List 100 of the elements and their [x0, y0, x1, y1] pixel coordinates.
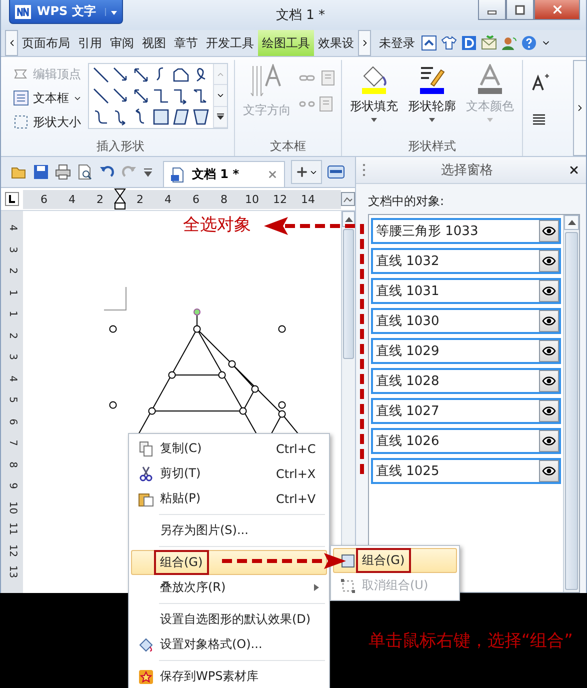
eye-icon[interactable] — [542, 286, 556, 296]
scissors-icon[interactable] — [138, 466, 154, 482]
paint-bucket-icon[interactable] — [359, 64, 389, 96]
tab-stop-icon[interactable] — [5, 192, 19, 206]
ribbon-button[interactable]: 形状大小 — [13, 110, 82, 134]
menu-item[interactable]: 设置对象格式(O)... — [131, 632, 327, 657]
ribbon-button[interactable]: 形状轮廓 — [406, 60, 458, 138]
envelope-icon[interactable] — [481, 35, 497, 51]
d-logo-icon[interactable] — [461, 35, 477, 51]
more-button[interactable] — [214, 106, 227, 128]
visibility-button[interactable] — [539, 220, 559, 242]
shape-icon[interactable] — [171, 107, 191, 127]
font-size-increase-icon[interactable] — [531, 72, 549, 92]
menu-tab[interactable]: 效果设 — [314, 30, 358, 56]
help-icon[interactable] — [521, 35, 537, 51]
menu-item[interactable]: 另存为图片(S)... — [131, 518, 327, 543]
shirt-icon[interactable] — [441, 35, 457, 51]
scrollbar-thumb[interactable] — [343, 229, 354, 359]
menu-item[interactable]: 设置自选图形的默认效果(D) — [131, 607, 327, 632]
grip-icon[interactable] — [362, 163, 366, 177]
restore-button[interactable] — [506, 0, 534, 20]
collapse-icon[interactable] — [421, 35, 437, 51]
minimize-button[interactable] — [478, 0, 506, 20]
indent-marker-icon[interactable] — [114, 188, 126, 210]
ribbon-button[interactable]: 形状填充 — [348, 60, 400, 138]
visibility-button[interactable] — [539, 370, 559, 392]
menu-tab[interactable]: 引用 — [74, 30, 106, 56]
app-menu-button[interactable]: WPS 文字 — [9, 0, 123, 24]
eye-icon[interactable] — [542, 226, 556, 236]
ruler-number: 14 — [300, 192, 316, 206]
object-item[interactable]: 直线 1031 — [371, 278, 561, 304]
group-icon[interactable] — [340, 552, 356, 568]
ruler-number: 6 — [192, 192, 200, 206]
object-item[interactable]: 直线 1029 — [371, 338, 561, 364]
visibility-button[interactable] — [539, 400, 559, 422]
menu-item[interactable]: 粘贴(P) Ctrl+V — [131, 486, 327, 511]
eye-icon[interactable] — [542, 466, 556, 476]
restore-icon[interactable] — [515, 4, 525, 14]
text-box-icon[interactable] — [13, 90, 29, 106]
menu-item[interactable]: 组合(G) — [131, 550, 327, 575]
submenu-arrow-icon[interactable] — [314, 584, 319, 591]
visibility-button[interactable] — [539, 280, 559, 302]
scrollbar-thumb[interactable] — [565, 232, 578, 590]
menu-item[interactable]: 保存到WPS素材库 — [131, 664, 327, 688]
clipboard-icon[interactable] — [138, 490, 154, 506]
document-tab[interactable]: 文档 1 * — [163, 161, 285, 187]
new-tab-button[interactable] — [291, 160, 322, 184]
visibility-button[interactable] — [539, 430, 559, 452]
user-icon[interactable] — [501, 35, 517, 51]
object-item[interactable]: 等腰三角形 1033 — [371, 218, 561, 244]
eye-icon[interactable] — [542, 316, 556, 326]
menu-tab[interactable]: 开发工具 — [202, 30, 258, 56]
visibility-button[interactable] — [539, 250, 559, 272]
shape-icon[interactable] — [151, 107, 171, 127]
visibility-button[interactable] — [539, 340, 559, 362]
menu-tab[interactable]: 审阅 — [106, 30, 138, 56]
close-button[interactable] — [534, 0, 580, 20]
visibility-button[interactable] — [539, 460, 559, 482]
eye-icon[interactable] — [542, 256, 556, 266]
ribbon-button[interactable]: 文本框 — [13, 86, 82, 110]
object-item[interactable]: 直线 1026 — [371, 428, 561, 454]
shape-icon[interactable] — [191, 107, 211, 127]
shape-icon[interactable] — [91, 86, 111, 106]
view-icon[interactable] — [341, 192, 355, 206]
ruler-number: 8 — [220, 192, 228, 206]
menu-tab[interactable]: 章节 — [170, 30, 202, 56]
ruler-number: 4 — [68, 192, 76, 206]
menu-item[interactable]: 叠放次序(R) — [131, 575, 327, 600]
menu-item[interactable]: 组合(G) — [333, 548, 457, 573]
object-item[interactable]: 直线 1032 — [371, 248, 561, 274]
caret-icon[interactable] — [370, 117, 378, 123]
copy-icon[interactable] — [138, 440, 154, 456]
object-item[interactable]: 直线 1025 — [371, 458, 561, 484]
eye-icon[interactable] — [542, 406, 556, 416]
triangle-up-icon[interactable] — [568, 219, 576, 226]
shape-size-icon[interactable] — [13, 114, 29, 130]
more-icon[interactable] — [216, 112, 225, 122]
eye-icon[interactable] — [542, 346, 556, 356]
menu-item[interactable]: 剪切(T) Ctrl+X — [131, 461, 327, 486]
paint-bucket-icon[interactable] — [138, 636, 154, 652]
menu-tab[interactable]: 页面布局 — [18, 30, 74, 56]
object-item[interactable]: 直线 1030 — [371, 308, 561, 334]
close-icon[interactable] — [568, 164, 580, 176]
visibility-button[interactable] — [539, 310, 559, 332]
login-status[interactable]: 未登录 — [379, 34, 415, 52]
scroll-up-button[interactable] — [564, 215, 579, 230]
shape-icon[interactable] — [91, 65, 111, 85]
object-item[interactable]: 直线 1028 — [371, 368, 561, 394]
eye-icon[interactable] — [542, 376, 556, 386]
triangle-up-icon[interactable] — [344, 216, 352, 222]
star-icon[interactable] — [138, 668, 154, 684]
menu-item[interactable]: 复制(C) Ctrl+C — [131, 436, 327, 461]
line-drawing[interactable] — [109, 308, 300, 433]
pencil-icon[interactable] — [417, 64, 447, 96]
document-icon[interactable] — [170, 166, 186, 182]
menu-tab[interactable]: 视图 — [138, 30, 170, 56]
caret-icon[interactable] — [428, 117, 436, 123]
menu-tab[interactable]: 绘图工具 — [258, 30, 314, 56]
object-item[interactable]: 直线 1027 — [371, 398, 561, 424]
eye-icon[interactable] — [542, 436, 556, 446]
